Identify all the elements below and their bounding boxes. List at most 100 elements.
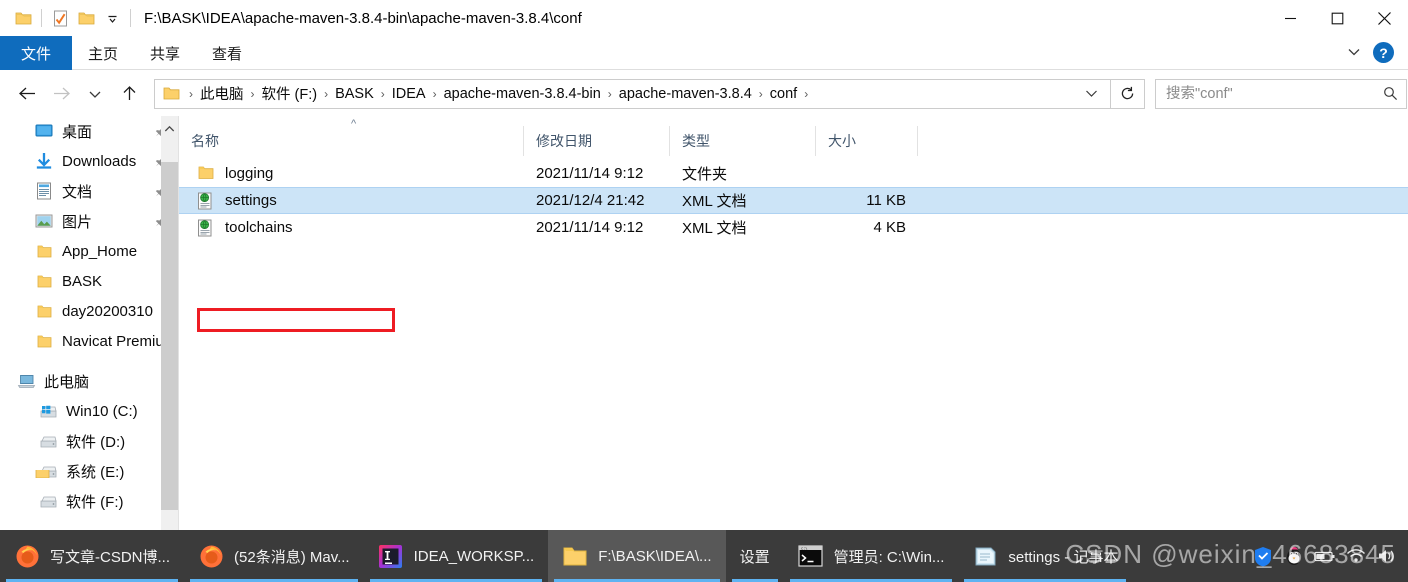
cell-date: 2021/11/14 9:12	[536, 165, 644, 182]
search-icon[interactable]	[1383, 86, 1398, 101]
sidebar-item-app-home[interactable]: App_Home	[0, 236, 178, 266]
column-header-size[interactable]: 大小	[816, 126, 918, 156]
command-prompt-icon: c:\	[798, 543, 824, 569]
sidebar-item-desktop[interactable]: 桌面	[0, 116, 178, 146]
folder-icon	[34, 241, 54, 261]
taskbar-item-label: 管理员: C:\Win...	[833, 548, 945, 566]
folder-icon	[34, 470, 50, 478]
breadcrumb-item-2[interactable]: BASK	[333, 86, 376, 102]
table-row[interactable]: settings 2021/12/4 21:42 XML 文档 11 KB	[179, 187, 1408, 214]
intellij-idea-icon	[378, 543, 404, 569]
column-header-type[interactable]: 类型	[670, 126, 816, 156]
close-icon[interactable]	[1361, 0, 1408, 36]
breadcrumb-sep: ›	[250, 86, 255, 101]
sidebar-item-win10-c[interactable]: Win10 (C:)	[0, 396, 178, 426]
sidebar-item-this-pc[interactable]: 此电脑	[0, 366, 178, 396]
xml-file-icon	[197, 192, 215, 210]
sidebar-item-label: 图片	[62, 213, 93, 231]
breadcrumb-item-4[interactable]: apache-maven-3.8.4-bin	[442, 86, 603, 102]
sidebar-item-documents[interactable]: 文档	[0, 176, 178, 206]
qat-folder-icon[interactable]	[10, 5, 36, 31]
qq-icon[interactable]	[1283, 545, 1305, 567]
explorer-content: 桌面 Downloads 文档 图片 App_Home BASK day2020…	[0, 116, 1408, 530]
xml-file-icon	[197, 219, 215, 237]
up-button[interactable]	[116, 77, 142, 111]
taskbar-item-notepad-settings[interactable]: settings - 记事本	[958, 530, 1132, 582]
breadcrumb-item-1[interactable]: 软件 (F:)	[260, 83, 320, 104]
sidebar-item-label: 软件 (D:)	[66, 433, 126, 451]
firefox-icon	[198, 543, 224, 569]
breadcrumb-sep: ›	[432, 86, 437, 101]
back-button[interactable]	[14, 77, 40, 111]
chevron-up-icon[interactable]	[161, 116, 178, 141]
sidebar-item-partial[interactable]	[34, 470, 50, 478]
search-input[interactable]	[1164, 84, 1383, 103]
sidebar-item-pictures[interactable]: 图片	[0, 206, 178, 236]
qat-new-folder-icon[interactable]	[73, 5, 99, 31]
breadcrumb-sep: ›	[324, 86, 329, 101]
breadcrumb-dropdown-icon[interactable]	[1085, 87, 1104, 101]
cell-type: XML 文档	[682, 220, 747, 237]
taskbar-item-command-prompt[interactable]: c:\ 管理员: C:\Win...	[784, 530, 959, 582]
qat-separator-2	[130, 9, 131, 27]
sidebar-item-label: Downloads	[62, 152, 137, 170]
breadcrumb-sep: ›	[804, 86, 809, 101]
sidebar-item-drive-e[interactable]: 系统 (E:)	[0, 456, 178, 486]
table-row[interactable]: toolchains 2021/11/14 9:12 XML 文档 4 KB	[179, 214, 1408, 241]
refresh-button[interactable]	[1111, 78, 1145, 109]
folder-icon	[562, 543, 588, 569]
desktop-icon	[34, 121, 54, 141]
taskbar-item-maven-page[interactable]: (52条消息) Mav...	[184, 530, 364, 582]
sidebar-item-navicat-premium[interactable]: Navicat Premiu	[0, 326, 178, 356]
battery-icon[interactable]	[1314, 545, 1336, 567]
breadcrumb-item-6[interactable]: conf	[768, 86, 799, 102]
chevron-down-icon[interactable]	[1347, 44, 1361, 62]
navpane-scroll-thumb[interactable]	[161, 162, 178, 510]
taskbar-item-csdn-article[interactable]: 写文章-CSDN博...	[0, 530, 184, 582]
forward-button[interactable]	[48, 77, 74, 111]
tab-file[interactable]: 文件	[0, 36, 72, 70]
table-row[interactable]: logging 2021/11/14 9:12 文件夹	[179, 160, 1408, 187]
volume-icon[interactable]	[1376, 545, 1398, 567]
breadcrumb[interactable]: › 此电脑 › 软件 (F:) › BASK › IDEA › apache-m…	[154, 78, 1111, 109]
qat-properties-icon[interactable]	[47, 5, 73, 31]
notepad-icon	[972, 543, 998, 569]
qat-customize-icon[interactable]	[99, 5, 125, 31]
sidebar-item-drive-f[interactable]: 软件 (F:)	[0, 486, 178, 516]
cell-date: 2021/12/4 21:42	[536, 192, 645, 209]
taskbar-item-label: IDEA_WORKSP...	[413, 547, 535, 565]
taskbar-item-settings[interactable]: 设置	[726, 530, 784, 582]
breadcrumb-item-5[interactable]: apache-maven-3.8.4	[617, 86, 754, 102]
tab-home[interactable]: 主页	[72, 36, 134, 70]
folder-icon	[197, 165, 215, 183]
network-icon[interactable]	[1345, 545, 1367, 567]
sidebar-item-drive-d[interactable]: 软件 (D:)	[0, 426, 178, 456]
sidebar-item-label: 软件 (F:)	[66, 493, 124, 511]
minimize-icon[interactable]	[1267, 0, 1314, 36]
search-box[interactable]	[1155, 78, 1407, 109]
column-header-date[interactable]: 修改日期	[524, 126, 670, 156]
taskbar-item-idea-workspace[interactable]: IDEA_WORKSP...	[364, 530, 549, 582]
cell-name: settings	[179, 187, 524, 214]
maximize-icon[interactable]	[1314, 0, 1361, 36]
recent-locations-button[interactable]	[82, 77, 108, 111]
taskbar-item-file-explorer[interactable]: F:\BASK\IDEA\...	[548, 530, 726, 582]
tab-view[interactable]: 查看	[196, 36, 258, 70]
help-icon[interactable]: ?	[1373, 42, 1394, 63]
cell-name: toolchains	[179, 214, 524, 241]
column-header-name[interactable]: 名称	[179, 126, 524, 156]
tencent-manager-icon[interactable]	[1252, 545, 1274, 567]
breadcrumb-item-0[interactable]: 此电脑	[198, 83, 246, 104]
cell-size: 4 KB	[873, 219, 906, 236]
sidebar-item-bask[interactable]: BASK	[0, 266, 178, 296]
firefox-icon	[14, 543, 40, 569]
sidebar-item-label: 文档	[62, 183, 93, 201]
breadcrumb-item-3[interactable]: IDEA	[390, 86, 428, 102]
folder-icon	[34, 301, 54, 321]
tab-share[interactable]: 共享	[134, 36, 196, 70]
sidebar-item-downloads[interactable]: Downloads	[0, 146, 178, 176]
sidebar-item-day20200310[interactable]: day20200310	[0, 296, 178, 326]
navpane-scrollbar[interactable]	[161, 116, 178, 530]
sidebar-item-label: App_Home	[62, 242, 138, 260]
